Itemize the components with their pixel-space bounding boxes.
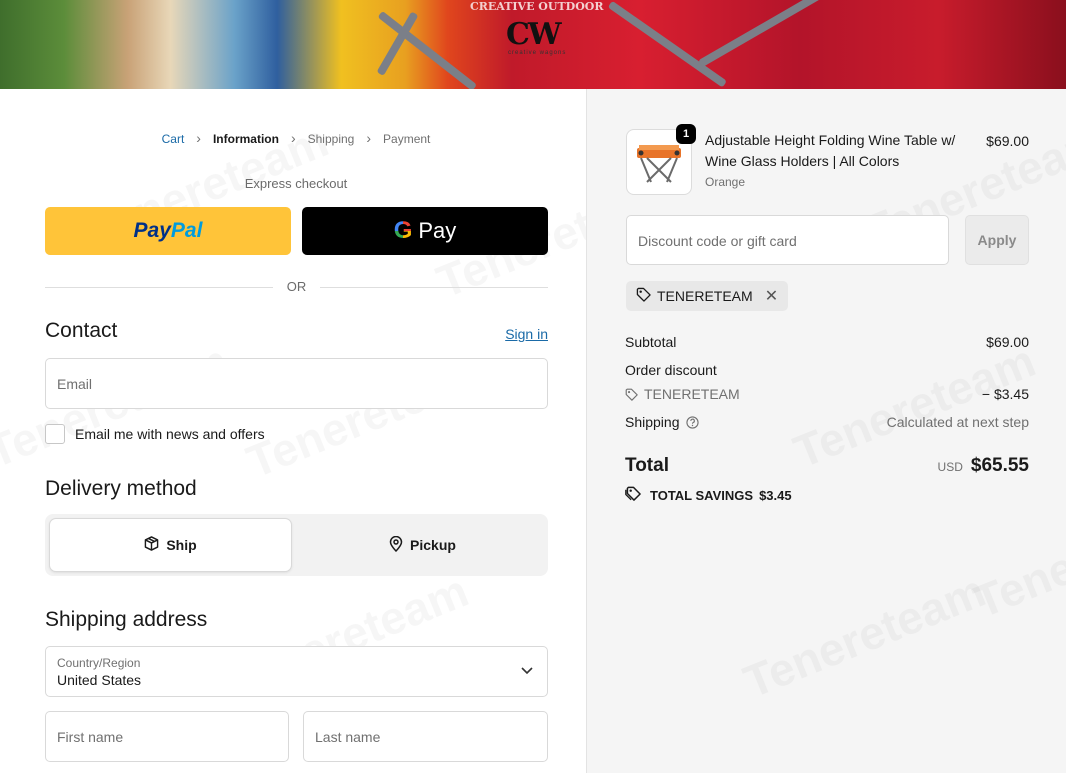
discount-value: − $3.45: [981, 386, 1029, 402]
tag-icon: [636, 287, 651, 306]
watermark: Tenereteam: [736, 563, 993, 709]
chevron-right-icon: ›: [290, 130, 296, 146]
divider-line: [320, 287, 548, 288]
quantity-badge: 1: [676, 124, 696, 144]
last-name-placeholder: Last name: [315, 729, 381, 745]
discount-code-info: TENERETEAM: [625, 386, 740, 402]
discount-placeholder: Discount code or gift card: [638, 233, 797, 249]
applied-code-label: TENERETEAM: [657, 288, 753, 304]
table-leg-graphic: [698, 0, 832, 68]
subtotal-value: $69.00: [986, 334, 1029, 350]
chevron-down-icon: [521, 664, 533, 678]
total-savings: TOTAL SAVINGS $3.45: [625, 486, 792, 505]
subtotal-label: Subtotal: [625, 334, 677, 350]
shipping-value: Calculated at next step: [886, 414, 1029, 430]
contact-heading: Contact: [45, 319, 118, 342]
breadcrumb-cart[interactable]: Cart: [162, 132, 185, 146]
total-row: Total USD $65.55: [625, 455, 1029, 477]
ship-option[interactable]: Ship: [50, 519, 291, 571]
ship-label: Ship: [166, 537, 197, 553]
google-g-icon: G: [393, 217, 413, 244]
paypal-logo-part2: Pal: [170, 219, 203, 242]
discount-code-row: TENERETEAM − $3.45: [625, 386, 1029, 402]
brand-text: CREATIVE OUTDOOR: [470, 0, 604, 13]
paypal-logo-part1: Pay: [133, 219, 171, 242]
paypal-button[interactable]: Pay Pal: [45, 207, 291, 255]
store-logo-subtitle: creative wagons: [508, 50, 567, 56]
table-leg-graphic: [607, 0, 727, 88]
remove-discount-icon[interactable]: ✕: [765, 286, 778, 306]
breadcrumb-shipping: Shipping: [307, 132, 355, 146]
chevron-right-icon: ›: [366, 130, 372, 146]
pickup-label: Pickup: [410, 537, 456, 553]
order-discount-label: Order discount: [625, 362, 717, 378]
total-label: Total: [625, 455, 669, 476]
watermark: Tenereteam: [966, 483, 1066, 629]
product-name: Adjustable Height Folding Wine Table w/ …: [705, 132, 956, 169]
newsletter-option: Email me with news and offers: [45, 424, 265, 444]
pickup-option[interactable]: Pickup: [302, 519, 543, 571]
google-pay-label: Pay: [418, 218, 457, 243]
order-summary-panel: Tenereteam Tenereteam Tenereteam Teneret…: [586, 89, 1066, 773]
express-checkout-title: Express checkout: [244, 176, 348, 191]
or-divider: OR: [45, 279, 548, 295]
country-value: United States: [57, 672, 142, 688]
breadcrumb: Cart › Information › Shipping › Payment: [0, 130, 592, 146]
applied-discount-tag: TENERETEAM ✕: [626, 281, 789, 311]
shipping-row: Shipping Calculated at next step: [625, 414, 1029, 430]
google-pay-button[interactable]: G Pay: [302, 207, 548, 255]
store-logo[interactable]: CW: [506, 17, 562, 52]
savings-value: $3.45: [759, 488, 792, 503]
hero-banner: CREATIVE OUTDOOR CW creative wagons: [0, 0, 1066, 89]
newsletter-checkbox[interactable]: [45, 424, 65, 444]
email-placeholder: Email: [57, 376, 93, 392]
product-price: $69.00: [986, 133, 1029, 149]
location-pin-icon: [389, 535, 403, 555]
last-name-field[interactable]: Last name: [303, 711, 548, 762]
shipping-info: Shipping: [625, 414, 699, 430]
delivery-heading: Delivery method: [45, 477, 197, 500]
country-region-select[interactable]: Country/Region United States: [45, 646, 548, 697]
currency-code: USD: [937, 460, 963, 474]
country-label: Country/Region: [57, 656, 141, 670]
delivery-method-selector: Ship Pickup: [45, 514, 548, 576]
breadcrumb-information: Information: [212, 132, 279, 146]
sign-in-link[interactable]: Sign in: [505, 326, 548, 342]
help-icon[interactable]: [685, 415, 699, 429]
apply-discount-button[interactable]: Apply: [965, 215, 1029, 265]
shipping-address-heading: Shipping address: [45, 608, 208, 631]
tag-icon: [625, 388, 638, 401]
first-name-placeholder: First name: [57, 729, 124, 745]
discount-code-field[interactable]: Discount code or gift card: [626, 215, 949, 265]
shipping-label: Shipping: [625, 414, 680, 430]
order-discount-row: Order discount: [625, 362, 1029, 378]
newsletter-label[interactable]: Email me with news and offers: [75, 426, 265, 442]
first-name-field[interactable]: First name: [45, 711, 289, 762]
savings-tag-icon: [625, 486, 642, 505]
subtotal-row: Subtotal $69.00: [625, 334, 1029, 350]
breadcrumb-payment: Payment: [383, 132, 431, 146]
checkout-form-panel: Tenereteam Tenereteam Tenereteam Teneret…: [0, 89, 586, 773]
email-field[interactable]: Email: [45, 358, 548, 409]
product-variant: Orange: [705, 175, 746, 189]
chevron-right-icon: ›: [196, 130, 201, 146]
savings-label: TOTAL SAVINGS: [650, 488, 754, 503]
total-value: $65.55: [970, 455, 1029, 476]
discount-code-text: TENERETEAM: [644, 386, 740, 402]
package-icon: [144, 536, 159, 554]
